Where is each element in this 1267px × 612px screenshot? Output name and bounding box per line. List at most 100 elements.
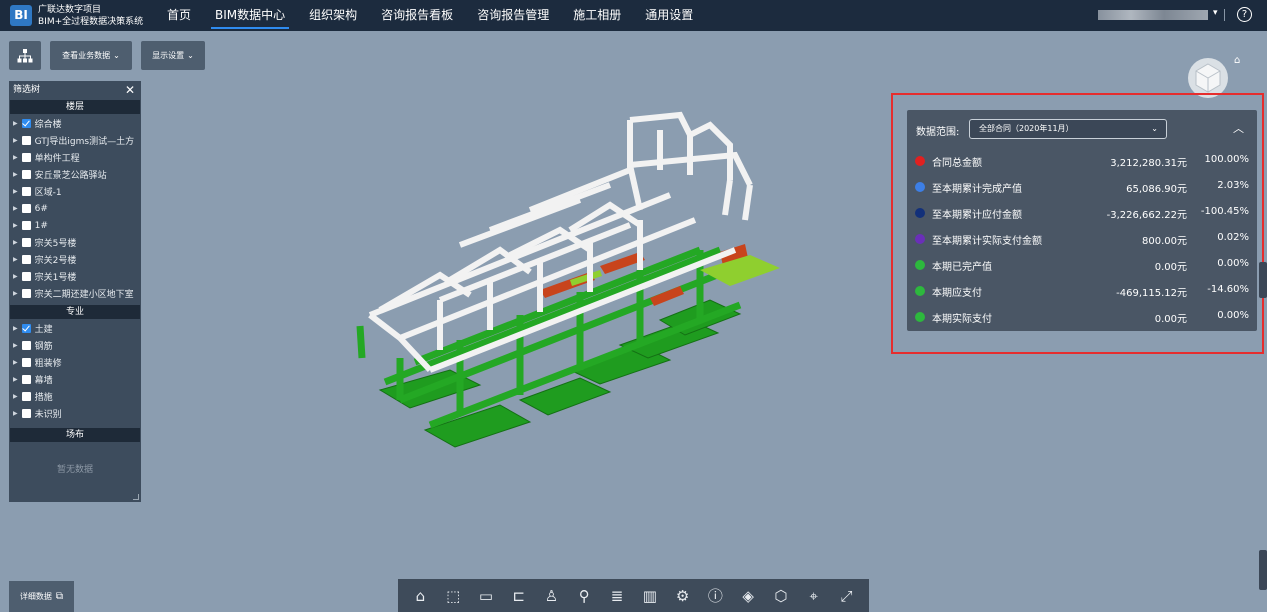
display-settings-button[interactable]: 显示设置 ⌄ xyxy=(141,41,205,70)
info-icon[interactable]: ⓘ xyxy=(705,586,725,606)
floor-label: 宗关二期还建小区地下室 xyxy=(34,290,134,300)
discipline-item[interactable]: ▶ 粗装修 xyxy=(9,354,141,371)
nav-item-album[interactable]: 施工相册 xyxy=(561,0,633,31)
checkbox[interactable] xyxy=(21,358,31,367)
filter-tree-title: 筛选树 xyxy=(13,85,41,95)
discipline-item[interactable]: ▶ 钢筋 xyxy=(9,337,141,354)
floor-item[interactable]: ▶ 区域-1 xyxy=(9,183,141,200)
discipline-item[interactable]: ▶ 土建 xyxy=(9,320,141,337)
expand-arrow-icon[interactable]: ▶ xyxy=(13,359,18,366)
expand-arrow-icon[interactable]: ▶ xyxy=(13,393,18,400)
structure-tree-button[interactable] xyxy=(9,41,41,70)
checkbox[interactable] xyxy=(21,255,31,264)
measure-icon[interactable]: ▭ xyxy=(476,586,496,606)
resize-handle-icon[interactable] xyxy=(133,494,139,500)
caret-down-icon[interactable]: ▾ xyxy=(1213,8,1218,18)
checkbox[interactable] xyxy=(21,119,31,128)
detail-data-label: 详细数据 xyxy=(19,592,52,601)
location-icon[interactable]: ⌖ xyxy=(804,586,824,606)
expand-arrow-icon[interactable]: ▶ xyxy=(13,171,18,178)
bim-model-viewport[interactable] xyxy=(340,100,790,480)
app-logo[interactable]: BI xyxy=(10,5,32,26)
expand-arrow-icon[interactable]: ▶ xyxy=(13,410,18,417)
checkbox[interactable] xyxy=(21,187,31,196)
expand-arrow-icon[interactable]: ▶ xyxy=(13,154,18,161)
home-view-icon[interactable]: ⌂ xyxy=(1234,55,1240,66)
floor-item[interactable]: ▶ 安丘景芝公路驿站 xyxy=(9,166,141,183)
checkbox[interactable] xyxy=(21,221,31,230)
collapse-icon[interactable]: ︿ xyxy=(1233,120,1244,136)
metric-value: 800.00元 xyxy=(1142,236,1187,247)
checkbox[interactable] xyxy=(21,238,31,247)
floor-item[interactable]: ▶ GTJ导出igms测试—土方 xyxy=(9,132,141,149)
fullscreen-icon[interactable]: ⤢ xyxy=(837,586,857,606)
nav-item-report-manage[interactable]: 咨询报告管理 xyxy=(465,0,561,31)
expand-arrow-icon[interactable]: ▶ xyxy=(13,325,18,332)
divider xyxy=(1224,9,1225,21)
view-business-data-button[interactable]: 查看业务数据 ⌄ xyxy=(50,41,132,70)
checkbox[interactable] xyxy=(21,272,31,281)
checkbox[interactable] xyxy=(21,341,31,350)
settings-icon[interactable]: ⚙ xyxy=(673,586,693,606)
nav-item-bim-data[interactable]: BIM数据中心 xyxy=(203,0,297,31)
help-icon[interactable]: ? xyxy=(1237,7,1252,22)
expand-arrow-icon[interactable]: ▶ xyxy=(13,120,18,127)
section-icon[interactable]: ⊏ xyxy=(509,586,529,606)
checkbox[interactable] xyxy=(21,324,31,333)
checkbox[interactable] xyxy=(21,153,31,162)
floor-item[interactable]: ▶ 1# xyxy=(9,217,141,234)
expand-arrow-icon[interactable]: ▶ xyxy=(13,256,18,263)
close-icon[interactable]: ✕ xyxy=(125,81,135,99)
expand-arrow-icon[interactable]: ▶ xyxy=(13,273,18,280)
discipline-item[interactable]: ▶ 措施 xyxy=(9,388,141,405)
list-icon[interactable]: ≣ xyxy=(607,586,627,606)
zoom-box-icon[interactable]: ⬚ xyxy=(443,586,463,606)
expand-arrow-icon[interactable]: ▶ xyxy=(13,376,18,383)
checkbox[interactable] xyxy=(21,375,31,384)
floor-item[interactable]: ▶ 宗关2号楼 xyxy=(9,251,141,268)
walk-icon[interactable]: ⚲ xyxy=(574,586,594,606)
nav-item-home[interactable]: 首页 xyxy=(155,0,203,31)
floor-item[interactable]: ▶ 单构件工程 xyxy=(9,149,141,166)
expand-arrow-icon[interactable]: ▶ xyxy=(13,342,18,349)
side-drawer-handle[interactable] xyxy=(1259,262,1267,298)
expand-arrow-icon[interactable]: ▶ xyxy=(13,290,18,297)
nav-item-settings[interactable]: 通用设置 xyxy=(633,0,705,31)
floor-item[interactable]: ▶ 宗关1号楼 xyxy=(9,268,141,285)
checkbox[interactable] xyxy=(21,289,31,298)
floor-item[interactable]: ▶ 宗关5号楼 xyxy=(9,234,141,251)
side-drawer-handle[interactable] xyxy=(1259,550,1267,590)
checkbox[interactable] xyxy=(21,204,31,213)
expand-icon: ⧉ xyxy=(55,591,64,602)
checkbox[interactable] xyxy=(21,136,31,145)
metric-value: -3,226,662.22元 xyxy=(1106,210,1187,221)
metric-value: 0.00元 xyxy=(1154,314,1187,325)
discipline-item[interactable]: ▶ 未识别 xyxy=(9,405,141,422)
person-icon[interactable]: ♙ xyxy=(542,586,562,606)
nav-item-organization[interactable]: 组织架构 xyxy=(297,0,369,31)
metric-value: 0.00元 xyxy=(1154,262,1187,273)
user-menu[interactable] xyxy=(1098,10,1208,20)
chevron-down-icon: ⌄ xyxy=(187,51,194,60)
checkbox[interactable] xyxy=(21,392,31,401)
data-range-select[interactable]: 全部合同（2020年11月） ⌄ xyxy=(969,119,1167,139)
model-icon[interactable]: ⬡ xyxy=(771,586,791,606)
expand-arrow-icon[interactable]: ▶ xyxy=(13,137,18,144)
expand-arrow-icon[interactable]: ▶ xyxy=(13,239,18,246)
home-icon[interactable]: ⌂ xyxy=(410,586,430,606)
expand-arrow-icon[interactable]: ▶ xyxy=(13,188,18,195)
expand-arrow-icon[interactable]: ▶ xyxy=(13,205,18,212)
detail-data-button[interactable]: 详细数据 ⧉ xyxy=(9,581,74,612)
chart-icon[interactable]: ▥ xyxy=(640,586,660,606)
discipline-item[interactable]: ▶ 幕墙 xyxy=(9,371,141,388)
checkbox[interactable] xyxy=(21,409,31,418)
expand-arrow-icon[interactable]: ▶ xyxy=(13,222,18,229)
cube-icon[interactable]: ◈ xyxy=(738,586,758,606)
floor-item[interactable]: ▶ 6# xyxy=(9,200,141,217)
nav-item-report-board[interactable]: 咨询报告看板 xyxy=(369,0,465,31)
floor-label: 安丘景芝公路驿站 xyxy=(34,171,107,181)
checkbox[interactable] xyxy=(21,170,31,179)
floor-item[interactable]: ▶ 综合楼 xyxy=(9,115,141,132)
floor-item[interactable]: ▶ 宗关二期还建小区地下室 xyxy=(9,285,141,302)
metric-row: 本期应支付 -469,115.12元 -14.60% xyxy=(907,281,1257,301)
